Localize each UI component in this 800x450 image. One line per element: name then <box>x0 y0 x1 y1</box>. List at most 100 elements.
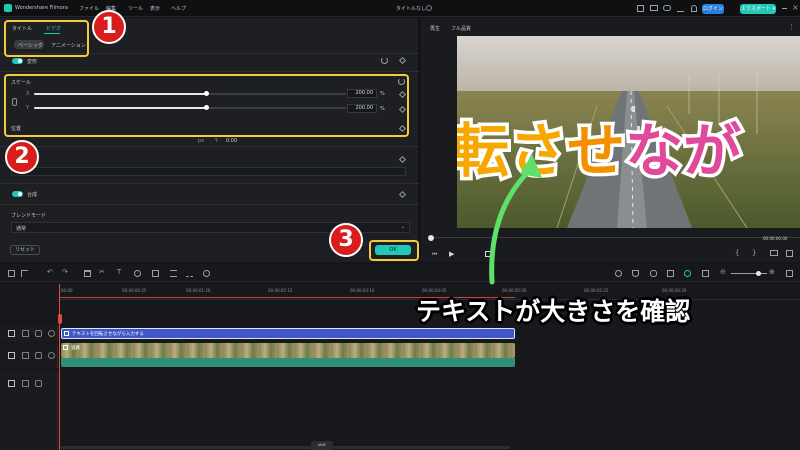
status-icon <box>426 5 432 11</box>
title-clip-label: テキストを回転させながら入力する <box>72 332 144 337</box>
ruler-tick: 00:00 <box>61 288 73 293</box>
folder-icon[interactable] <box>22 352 29 359</box>
ruler-tick: 00:00:02:15 <box>268 288 293 293</box>
project-title: タイトルなし <box>396 6 427 12</box>
menu-tools[interactable]: ツール <box>128 5 143 12</box>
highlight-box-scale <box>4 74 409 137</box>
snapshot-icon[interactable] <box>770 250 778 256</box>
playhead-knob[interactable] <box>428 235 434 241</box>
settings-icon[interactable] <box>786 270 793 277</box>
px-unit-label: px <box>198 138 205 144</box>
transform-label: 変形 <box>27 59 38 65</box>
overlay-char: せ <box>564 114 629 189</box>
composite-toggle[interactable] <box>12 191 23 197</box>
minimize-icon[interactable] <box>782 8 787 9</box>
crop-icon[interactable] <box>152 270 159 277</box>
prev-frame-icon[interactable]: ⏮ <box>432 251 437 259</box>
step-badge-1: 1 <box>92 10 126 44</box>
more-icon[interactable]: ⋮ <box>788 23 795 31</box>
eye-icon[interactable] <box>48 352 55 359</box>
lock-icon[interactable] <box>35 352 42 359</box>
menu-help[interactable]: ヘルプ <box>171 5 186 12</box>
title-clip-icon <box>64 331 69 336</box>
track-type-icon <box>8 352 15 359</box>
video-clip[interactable]: 道路 <box>61 343 515 358</box>
folder-icon[interactable] <box>22 330 29 337</box>
reset-button[interactable]: リセット <box>10 245 40 255</box>
keyframe-icon[interactable] <box>398 56 407 65</box>
cut-icon[interactable]: ✂ <box>99 268 105 276</box>
speed-icon[interactable] <box>134 270 141 277</box>
reset-icon[interactable] <box>381 57 388 64</box>
blend-mode-label: ブレンドモード <box>11 213 47 219</box>
playhead-line[interactable] <box>59 284 60 450</box>
track-header-empty <box>0 394 58 450</box>
zoom-out-icon[interactable]: ⊖ <box>720 268 726 276</box>
video-clip-label: 道路 <box>71 346 80 351</box>
color-icon[interactable] <box>203 270 210 277</box>
track-header-audio <box>0 372 58 394</box>
eye-icon[interactable] <box>48 330 55 337</box>
highlight-box-ok <box>369 240 419 261</box>
grid-icon[interactable] <box>637 5 644 12</box>
voice-icon[interactable] <box>667 270 674 277</box>
step-badge-3: 3 <box>329 223 363 257</box>
app-logo-icon <box>4 4 12 12</box>
overlay-char: な <box>622 114 687 189</box>
login-button[interactable]: ログイン <box>702 4 724 14</box>
menu-file[interactable]: ファイル <box>79 5 99 12</box>
marker-icon[interactable] <box>702 270 709 277</box>
adjust-icon[interactable] <box>170 270 177 277</box>
quality-select[interactable]: フル品質 <box>451 25 471 32</box>
position-y-value[interactable]: 0.00 <box>226 138 237 144</box>
cloud-icon[interactable] <box>663 5 671 11</box>
input-field[interactable] <box>11 167 406 176</box>
undo-icon[interactable]: ↶ <box>47 268 53 276</box>
step-badge-2: 2 <box>5 140 39 174</box>
zoom-in-icon[interactable]: ⊕ <box>769 268 775 276</box>
timecode: 00:00:00:00 <box>763 236 788 241</box>
redo-icon[interactable]: ↷ <box>62 268 68 276</box>
download-icon[interactable] <box>677 5 684 12</box>
keyframe-icon[interactable] <box>398 190 407 199</box>
horizontal-scrollbar[interactable] <box>60 446 510 449</box>
folder-icon[interactable] <box>22 380 29 387</box>
delete-icon[interactable] <box>84 270 91 277</box>
ruler-tick: 00:00:01:20 <box>186 288 211 293</box>
render-icon[interactable] <box>615 270 622 277</box>
title-clip[interactable]: テキストを回転させながら入力する <box>61 328 515 339</box>
annotation-caption: テキストが大きさを確認 <box>416 297 691 326</box>
menu-view[interactable]: 表示 <box>150 5 160 12</box>
overlay-char: が <box>680 114 745 189</box>
playhead-marker[interactable] <box>58 314 62 324</box>
mic-icon[interactable] <box>650 270 657 277</box>
monitor-icon[interactable] <box>650 5 658 11</box>
lock-icon[interactable] <box>35 380 42 387</box>
select-icon[interactable] <box>21 270 28 277</box>
lock-icon[interactable] <box>35 330 42 337</box>
annotation-arrow <box>489 154 542 285</box>
playback-mode-label: 再生 <box>430 26 441 32</box>
transform-toggle[interactable] <box>12 58 23 64</box>
highlight-box-tabs <box>4 20 89 57</box>
export-button[interactable]: エクスポート ▾ <box>740 4 776 14</box>
play-icon[interactable]: ▶ <box>449 250 454 258</box>
text-icon[interactable]: T <box>117 268 121 276</box>
bell-icon[interactable] <box>691 5 697 12</box>
keyframe-icon[interactable] <box>398 155 407 164</box>
zoom-knob[interactable] <box>756 271 761 276</box>
ai-icon[interactable] <box>684 270 691 277</box>
mark-out-icon[interactable]: } <box>752 249 756 257</box>
shield-icon[interactable] <box>632 270 639 277</box>
divider <box>0 183 419 184</box>
divider <box>0 204 419 205</box>
clip-icon <box>63 345 68 350</box>
close-icon[interactable]: × <box>792 3 799 12</box>
mark-in-icon[interactable]: { <box>735 249 739 257</box>
fullscreen-icon[interactable] <box>786 250 793 257</box>
layout-icon[interactable] <box>8 270 15 277</box>
audio-wave-icon[interactable] <box>186 270 193 277</box>
ruler-tick: 00:00:00:25 <box>122 288 147 293</box>
zoom-slider[interactable] <box>731 273 767 274</box>
audio-clip[interactable] <box>61 358 515 367</box>
